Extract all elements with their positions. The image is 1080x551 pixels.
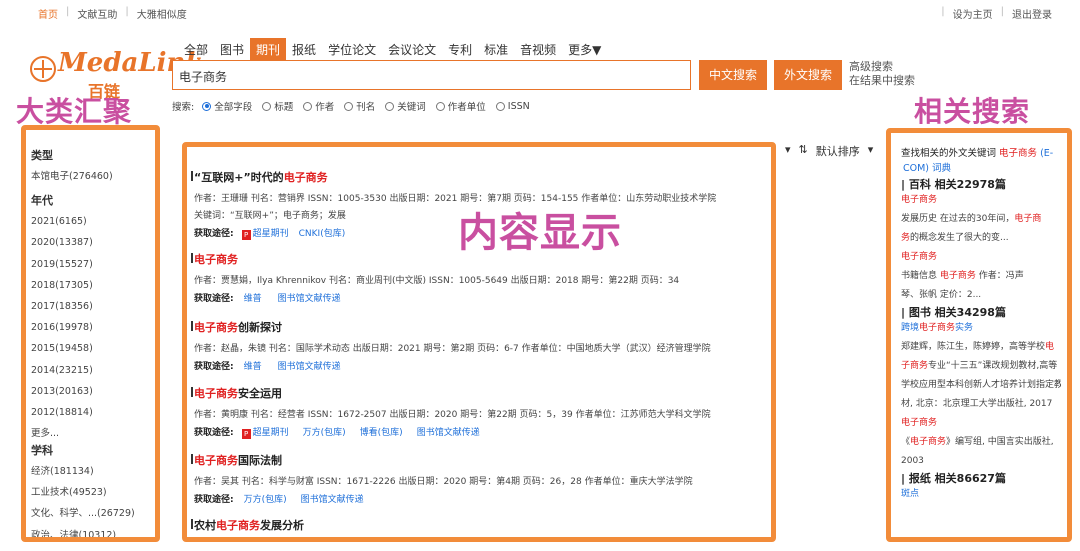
tab-more[interactable]: 更多▼: [562, 38, 607, 61]
sort-icon: ⇅: [798, 143, 808, 156]
field-option-all[interactable]: 全部字段: [202, 99, 252, 113]
chinese-search-button[interactable]: 中文搜索: [699, 60, 767, 90]
top-link-doc-help[interactable]: 文献互助: [69, 6, 125, 21]
radio-icon: [303, 101, 313, 111]
frame-related: [886, 128, 1072, 542]
radio-icon: [495, 101, 505, 111]
search-in-results-link[interactable]: 在结果中搜索: [849, 74, 915, 88]
tab-av[interactable]: 音视频: [514, 38, 562, 61]
annotation-right: 相关搜索: [914, 95, 1031, 128]
tab-standards[interactable]: 标准: [478, 38, 514, 61]
search-input[interactable]: 电子商务: [172, 60, 691, 90]
top-left-links: 首页 | 文献互助 | 大雅相似度: [38, 6, 195, 21]
frame-facets: [21, 125, 160, 542]
radio-icon: [435, 101, 445, 111]
field-option-affiliation[interactable]: 作者单位: [435, 99, 486, 113]
field-option-author[interactable]: 作者: [303, 99, 334, 113]
tab-newspapers[interactable]: 报纸: [286, 38, 322, 61]
tab-theses[interactable]: 学位论文: [322, 38, 382, 61]
field-option-journal[interactable]: 刊名: [344, 99, 375, 113]
top-link-similarity[interactable]: 大雅相似度: [129, 6, 195, 21]
tab-patents[interactable]: 专利: [442, 38, 478, 61]
caret-down-icon[interactable]: ▾: [868, 143, 874, 159]
radio-icon: [262, 101, 272, 111]
radio-icon: [385, 101, 395, 111]
advanced-links: 高级搜索 在结果中搜索: [849, 60, 915, 88]
search-field-label: 搜索:: [172, 102, 195, 113]
top-right-links: | 设为主页 | 退出登录: [941, 6, 1060, 21]
top-link-logout[interactable]: 退出登录: [1004, 6, 1060, 21]
foreign-search-button[interactable]: 外文搜索: [774, 60, 842, 90]
field-option-keyword[interactable]: 关键词: [385, 99, 426, 113]
field-option-issn[interactable]: ISSN: [495, 101, 530, 112]
top-link-home[interactable]: 首页: [38, 6, 66, 21]
globe-icon: [30, 56, 56, 82]
radio-icon: [202, 101, 212, 111]
sort-bar: ▾ ⇅ 默认排序 ▾: [785, 143, 873, 159]
category-tabs: 全部 图书 期刊 报纸 学位论文 会议论文 专利 标准 音视频 更多▼: [178, 38, 607, 61]
caret-down-icon[interactable]: ▾: [785, 143, 791, 159]
tab-conference[interactable]: 会议论文: [382, 38, 442, 61]
top-link-set-home[interactable]: 设为主页: [945, 6, 1001, 21]
tab-books[interactable]: 图书: [214, 38, 250, 61]
frame-content: [182, 142, 776, 542]
tab-journals[interactable]: 期刊: [250, 38, 287, 61]
annotation-left: 大类汇聚: [16, 95, 133, 128]
tab-all[interactable]: 全部: [178, 38, 214, 61]
advanced-search-link[interactable]: 高级搜索: [849, 60, 915, 74]
top-bar: 首页 | 文献互助 | 大雅相似度 | 设为主页 | 退出登录: [0, 0, 1080, 24]
field-option-title[interactable]: 标题: [262, 99, 293, 113]
radio-icon: [344, 101, 354, 111]
search-field-options: 搜索: 全部字段 标题 作者 刊名 关键词 作者单位 ISSN: [172, 99, 540, 114]
sort-select[interactable]: 默认排序: [816, 143, 860, 159]
